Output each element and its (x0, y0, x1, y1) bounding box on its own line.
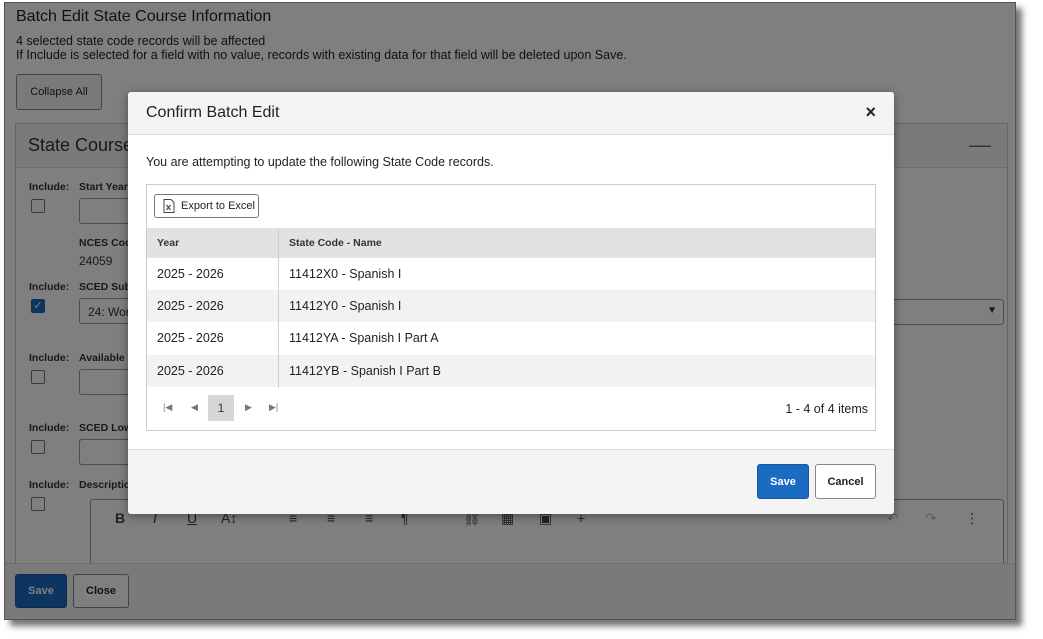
column-header-state-code[interactable]: State Code - Name (289, 237, 382, 249)
save-button[interactable]: Save (757, 464, 809, 499)
first-page-icon[interactable]: |◀ (163, 402, 172, 413)
dialog-message: You are attempting to update the followi… (146, 155, 494, 169)
export-to-excel-button[interactable]: Export to Excel (154, 194, 259, 218)
grid-header: Year State Code - Name (147, 228, 875, 258)
close-icon[interactable]: × (865, 102, 876, 123)
cell-year: 2025 - 2026 (157, 364, 224, 378)
table-row[interactable]: 2025 - 2026 11412YA - Spanish I Part A (147, 322, 875, 354)
cell-year: 2025 - 2026 (157, 299, 224, 313)
previous-page-icon[interactable]: ◀ (191, 402, 198, 413)
dialog-header: Confirm Batch Edit × (128, 92, 894, 135)
dialog-title: Confirm Batch Edit (146, 104, 280, 121)
grid-pager: |◀ ◀ 1 ▶ ▶| 1 - 4 of 4 items (147, 390, 875, 430)
cell-state-code: 11412Y0 - Spanish I (289, 299, 402, 313)
export-to-excel-label: Export to Excel (181, 200, 255, 212)
cell-state-code: 11412X0 - Spanish I (289, 267, 402, 281)
table-row[interactable]: 2025 - 2026 11412Y0 - Spanish I (147, 290, 875, 322)
column-header-year[interactable]: Year (157, 237, 179, 249)
cancel-button[interactable]: Cancel (815, 464, 876, 499)
state-code-grid: Export to Excel Year State Code - Name 2… (146, 184, 876, 431)
cell-year: 2025 - 2026 (157, 267, 224, 281)
confirm-batch-edit-dialog: Confirm Batch Edit × You are attempting … (128, 92, 894, 514)
dialog-footer: Save Cancel (128, 449, 894, 514)
cell-year: 2025 - 2026 (157, 331, 224, 345)
excel-file-icon (163, 199, 175, 213)
pager-info: 1 - 4 of 4 items (785, 402, 868, 416)
last-page-icon[interactable]: ▶| (269, 402, 278, 413)
cell-state-code: 11412YB - Spanish I Part B (289, 364, 441, 378)
column-divider (278, 228, 279, 388)
table-row[interactable]: 2025 - 2026 11412X0 - Spanish I (147, 258, 875, 290)
cell-state-code: 11412YA - Spanish I Part A (289, 331, 439, 345)
page-number-button[interactable]: 1 (208, 395, 234, 421)
table-row[interactable]: 2025 - 2026 11412YB - Spanish I Part B (147, 355, 875, 387)
next-page-icon[interactable]: ▶ (245, 402, 252, 413)
